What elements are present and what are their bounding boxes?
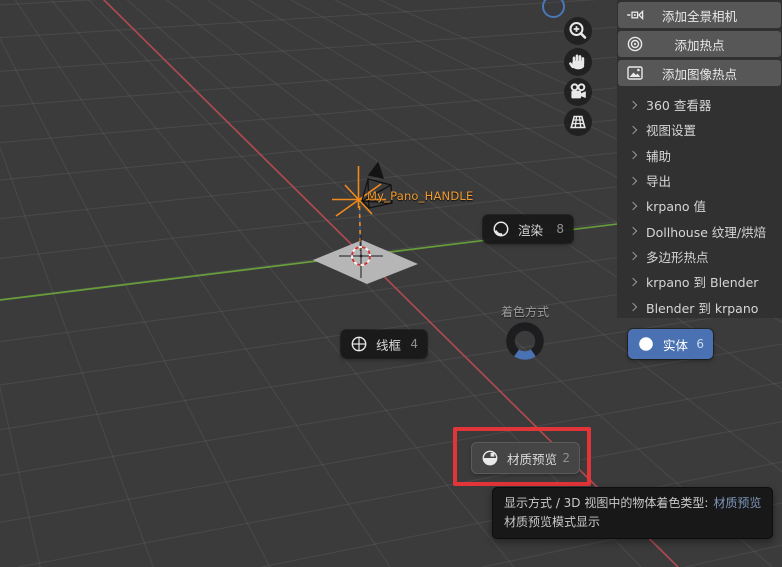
orbit-gizmo-axis-ball[interactable] [542, 0, 565, 18]
sidebar-item-krpano-to-blender[interactable]: krpano 到 Blender [617, 269, 782, 294]
pan-hand-icon [569, 54, 585, 70]
pie-item-hotkey: 4 [410, 337, 418, 351]
sidebar-item-dollhouse-bake[interactable]: Dollhouse 纹理/烘焙 [617, 218, 782, 243]
pie-item-solid[interactable]: 实体 6 [628, 329, 713, 359]
grid-ortho-icon [570, 115, 586, 129]
sidebar-item-blender-to-krpano[interactable]: Blender 到 krpano [617, 294, 782, 319]
pie-item-label: 渲染 [518, 222, 544, 238]
pie-item-label: 实体 [663, 337, 689, 353]
chevron-right-icon [628, 100, 638, 109]
pie-item-wireframe[interactable]: 线框 4 [341, 330, 427, 358]
camera-view-button[interactable] [564, 78, 592, 106]
hotspot-target-icon [627, 36, 643, 52]
image-hotspot-icon [627, 66, 643, 80]
rendered-sphere-icon [493, 221, 509, 237]
pie-menu-ring[interactable] [501, 317, 549, 365]
blender-3d-viewport: My_Pano_HANDLE 添加全景相机 添加热点 添加图像热点 360 查看… [0, 0, 782, 567]
zoom-button[interactable] [564, 17, 592, 45]
sidebar-sections: 360 查看器 视图设置 辅助 导出 krpano 值 Dollhouse 纹理… [617, 92, 782, 320]
chevron-right-icon [628, 277, 638, 286]
sidebar-item-view-settings[interactable]: 视图设置 [617, 117, 782, 142]
pie-item-hotkey: 6 [696, 337, 704, 351]
sidebar-item-assist[interactable]: 辅助 [617, 143, 782, 168]
chevron-right-icon [628, 176, 638, 185]
sidebar-item-export[interactable]: 导出 [617, 168, 782, 193]
pie-item-hotkey: 8 [556, 222, 564, 236]
tooltip: 显示方式 / 3D 视图中的物体着色类型: 材质预览 材质预览模式显示 [492, 487, 774, 540]
add-hotspot-label: 添加热点 [674, 37, 725, 53]
pie-item-label: 线框 [376, 337, 402, 353]
zoom-icon [569, 22, 587, 39]
pie-item-rendered[interactable]: 渲染 8 [483, 215, 573, 243]
toggle-grid-ortho-button[interactable] [564, 108, 592, 136]
relationship-dashed-line [358, 205, 362, 252]
panorama-camera-icon [627, 9, 644, 21]
red-highlight-box [453, 427, 591, 486]
add-image-hotspot-button[interactable]: 添加图像热点 [618, 60, 781, 86]
chevron-right-icon [628, 226, 638, 236]
add-hotspot-button[interactable]: 添加热点 [618, 31, 781, 57]
pan-button[interactable] [564, 48, 592, 76]
chevron-right-icon [628, 150, 638, 160]
chevron-right-icon [628, 302, 638, 312]
sidebar-item-polygon-hotspot[interactable]: 多边形热点 [617, 244, 782, 269]
plane-object[interactable] [313, 240, 418, 284]
add-image-hotspot-label: 添加图像热点 [661, 66, 737, 82]
tooltip-line2: 材质预览模式显示 [504, 514, 601, 529]
camera-view-icon [570, 83, 586, 99]
3d-cursor[interactable] [339, 235, 383, 278]
add-panorama-camera-label: 添加全景相机 [661, 8, 737, 24]
chevron-right-icon [628, 201, 638, 211]
sidebar-panel: 添加全景相机 添加热点 添加图像热点 360 查看器 视图设置 辅助 导出 kr… [617, 0, 782, 318]
add-panorama-camera-button[interactable]: 添加全景相机 [618, 2, 781, 28]
tooltip-value: 材质预览 [713, 496, 762, 510]
object-name-label: My_Pano_HANDLE [367, 189, 474, 203]
chevron-right-icon [628, 125, 638, 135]
solid-sphere-icon [639, 337, 653, 351]
sidebar-item-krpano-values[interactable]: krpano 值 [617, 193, 782, 218]
wireframe-sphere-icon [351, 336, 367, 352]
tooltip-line1: 显示方式 / 3D 视图中的物体着色类型: 材质预览 [504, 496, 762, 510]
chevron-right-icon [628, 252, 638, 261]
sidebar-item-360-viewer[interactable]: 360 查看器 [617, 92, 782, 117]
